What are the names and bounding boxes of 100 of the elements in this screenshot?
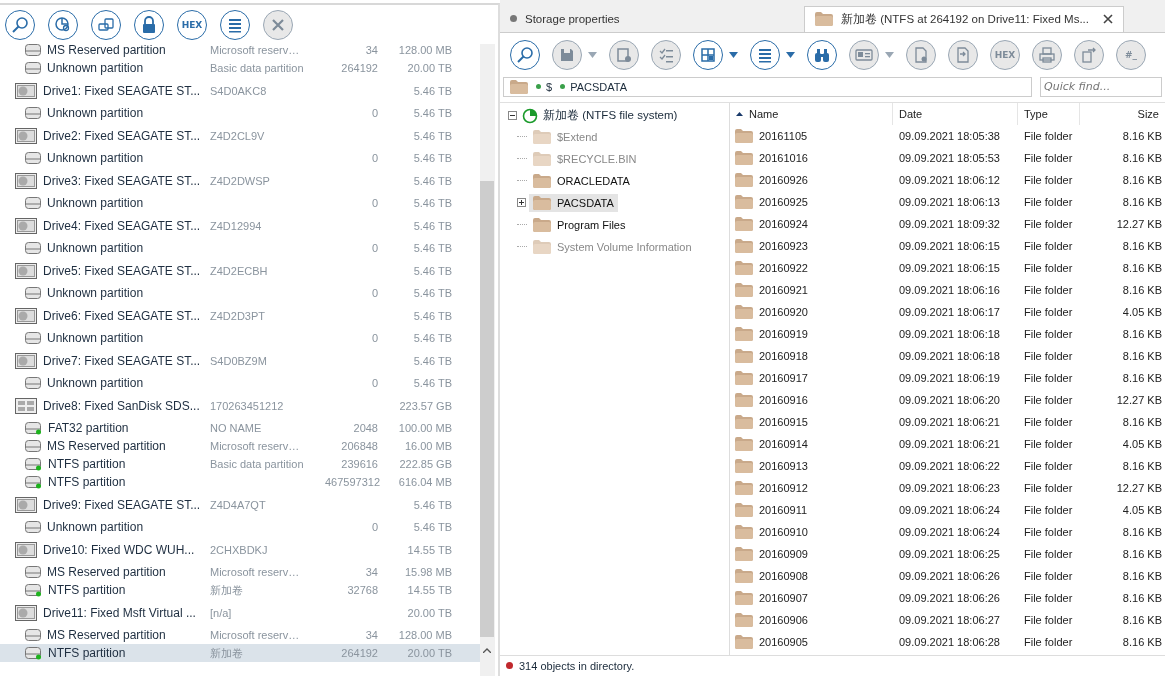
device-row[interactable]: Drive7: Fixed SEAGATE ST... S4D0BZ9M 5.46 TB (0, 347, 480, 374)
file-row[interactable]: 20160911 09.09.2021 18:06:24 File folder 4.05 KB (730, 498, 1165, 521)
file-row[interactable]: 20160913 09.09.2021 18:06:22 File folder 8.16 KB (730, 454, 1165, 477)
device-row[interactable]: NTFS partition 新加卷 264192 20.00 TB (0, 644, 480, 662)
scan-button[interactable] (510, 40, 540, 71)
scrollbar-thumb[interactable] (480, 181, 494, 637)
file-row[interactable]: 20161016 09.09.2021 18:05:53 File folder 8.16 KB (730, 146, 1165, 169)
file-row[interactable]: 20160910 09.09.2021 18:06:24 File folder 8.16 KB (730, 520, 1165, 543)
file-row[interactable]: 20160917 09.09.2021 18:06:19 File folder 8.16 KB (730, 366, 1165, 389)
device-row[interactable]: Drive3: Fixed SEAGATE ST... Z4D2DWSP 5.46 TB (0, 167, 480, 194)
tab[interactable]: Storage properties (500, 6, 804, 32)
device-row[interactable]: Unknown partition 0 5.46 TB (0, 239, 480, 257)
file-row[interactable]: 20160924 09.09.2021 18:09:32 File folder 12.27 KB (730, 212, 1165, 235)
file-row[interactable]: 20160905 09.09.2021 18:06:28 File folder 8.16 KB (730, 630, 1165, 653)
file-row[interactable]: 20160906 09.09.2021 18:06:27 File folder 8.16 KB (730, 608, 1165, 631)
scrollbar[interactable] (480, 44, 495, 676)
device-row[interactable]: Drive1: Fixed SEAGATE ST... S4D0AKC8 5.46 TB (0, 77, 480, 104)
file-size: 8.16 KB (1121, 195, 1163, 208)
partition-scan-button[interactable] (48, 9, 78, 40)
device-row[interactable]: Unknown partition Basic data partition 264192 20.00 TB (0, 59, 480, 77)
tree-item[interactable]: System Volume Information (529, 237, 696, 256)
device-row[interactable]: Unknown partition 0 5.46 TB (0, 284, 480, 302)
find-button[interactable] (807, 40, 837, 71)
file-row[interactable]: 20160926 09.09.2021 18:06:12 File folder 8.16 KB (730, 168, 1165, 191)
hex-button[interactable]: HEX (177, 9, 207, 40)
device-row[interactable]: MS Reserved partition Microsoft reserv… 34 15.98 MB (0, 563, 480, 581)
device-row[interactable]: Unknown partition 0 5.46 TB (0, 518, 480, 536)
device-row[interactable]: Drive9: Fixed SEAGATE ST... Z4D4A7QT 5.46 TB (0, 491, 480, 518)
file-name: 20160926 (759, 173, 808, 186)
file-date: 09.09.2021 18:05:38 (898, 129, 1001, 142)
device-description: 2CHXBDKJ (210, 543, 268, 556)
file-row[interactable]: 20160925 09.09.2021 18:06:13 File folder 8.16 KB (730, 190, 1165, 213)
file-row[interactable]: 20160921 09.09.2021 18:06:16 File folder 8.16 KB (730, 278, 1165, 301)
file-row[interactable]: 20160907 09.09.2021 18:06:26 File folder 8.16 KB (730, 586, 1165, 609)
path-bar[interactable]: $ PACSDATA (503, 76, 1032, 97)
file-row[interactable]: 20160914 09.09.2021 18:06:21 File folder 4.05 KB (730, 432, 1165, 455)
file-row[interactable]: 20160909 09.09.2021 18:06:25 File folder 8.16 KB (730, 542, 1165, 565)
tree-item[interactable]: Program Files (529, 215, 630, 234)
device-row[interactable]: FAT32 partition NO NAME 2048 100.00 MB (0, 419, 480, 437)
device-row[interactable]: Unknown partition 0 5.46 TB (0, 374, 480, 392)
column-header[interactable]: Date (893, 102, 1018, 125)
device-row[interactable]: Drive5: Fixed SEAGATE ST... Z4D2ECBH 5.46 TB (0, 257, 480, 284)
column-header[interactable]: Type (1018, 102, 1080, 125)
file-row[interactable]: 20161105 09.09.2021 18:05:38 File folder 8.16 KB (730, 124, 1165, 147)
file-type: File folder (1023, 239, 1074, 252)
device-row[interactable]: Unknown partition 0 5.46 TB (0, 149, 480, 167)
file-row[interactable]: 20160918 09.09.2021 18:06:18 File folder 8.16 KB (730, 344, 1165, 367)
file-type: File folder (1023, 173, 1074, 186)
tree-root-label[interactable]: 新加卷 (NTFS file system) (543, 108, 678, 124)
file-row[interactable]: 20160922 09.09.2021 18:06:15 File folder 8.16 KB (730, 256, 1165, 279)
device-size: 20.00 TB (407, 606, 452, 619)
device-row[interactable]: MS Reserved partition Microsoft reserv… 34 128.00 MB (0, 626, 480, 644)
device-row[interactable]: NTFS partition Basic data partition 239616 222.85 GB (0, 455, 480, 473)
file-row[interactable]: 20160916 09.09.2021 18:06:20 File folder 12.27 KB (730, 388, 1165, 411)
tab[interactable]: 新加卷 (NTFS at 264192 on Drive11: Fixed Ms... (804, 6, 1124, 32)
device-row[interactable]: Drive11: Fixed Msft Virtual ... [n/a] 20.00 TB (0, 599, 480, 626)
file-row[interactable]: 20160923 09.09.2021 18:06:15 File folder 8.16 KB (730, 234, 1165, 257)
device-row[interactable]: Unknown partition 0 5.46 TB (0, 104, 480, 122)
file-row[interactable]: 20160919 09.09.2021 18:06:18 File folder 8.16 KB (730, 322, 1165, 345)
tree-item[interactable]: $RECYCLE.BIN (529, 149, 641, 168)
list-button[interactable] (220, 9, 250, 40)
collapse-icon[interactable] (508, 111, 517, 121)
device-row[interactable]: MS Reserved partition Microsoft reserv… 206848 16.00 MB (0, 437, 480, 455)
lock-button[interactable] (134, 9, 164, 40)
chevron-up-icon[interactable] (483, 648, 491, 653)
caret-icon[interactable] (786, 52, 795, 59)
file-type: File folder (1023, 195, 1074, 208)
expand-icon[interactable] (517, 198, 526, 208)
list-button[interactable] (750, 40, 780, 71)
file-row[interactable]: 20160912 09.09.2021 18:06:23 File folder 12.27 KB (730, 476, 1165, 499)
file-row[interactable]: 20160920 09.09.2021 18:06:17 File folder 4.05 KB (730, 300, 1165, 323)
folder-icon (735, 524, 753, 539)
tree-item[interactable]: ORACLEDATA (529, 171, 634, 190)
device-row[interactable]: Drive10: Fixed WDC WUH... 2CHXBDKJ 14.55 TB (0, 536, 480, 563)
device-row[interactable]: Drive2: Fixed SEAGATE ST... Z4D2CL9V 5.46 TB (0, 122, 480, 149)
device-row[interactable]: NTFS partition 467597312 616.04 MB (0, 473, 480, 491)
device-size: 5.46 TB (413, 107, 452, 119)
device-row[interactable]: Unknown partition 0 5.46 TB (0, 194, 480, 212)
file-row[interactable]: 20160915 09.09.2021 18:06:21 File folder 8.16 KB (730, 410, 1165, 433)
tree-item[interactable]: PACSDATA (529, 193, 618, 212)
tree-item[interactable]: $Extend (529, 127, 602, 146)
solid-state-drive-icon (15, 397, 37, 414)
device-row[interactable]: Drive8: Fixed SanDisk SDS... 170263451212 223.57 GB (0, 392, 480, 419)
close-icon[interactable] (1103, 14, 1113, 25)
grid-button[interactable] (693, 40, 723, 71)
folder-icon (735, 502, 753, 517)
device-row[interactable]: Drive4: Fixed SEAGATE ST... Z4D12994 5.46 TB (0, 212, 480, 239)
file-row[interactable]: 20160908 09.09.2021 18:06:26 File folder 8.16 KB (730, 564, 1165, 587)
scan-button[interactable] (5, 9, 35, 40)
device-row[interactable]: Unknown partition 0 5.46 TB (0, 329, 480, 347)
column-header[interactable]: Size (1080, 102, 1165, 125)
device-row[interactable]: NTFS partition 新加卷 32768 14.55 TB (0, 581, 480, 599)
caret-icon[interactable] (729, 52, 738, 59)
device-row[interactable]: MS Reserved partition Microsoft reserv… 34 128.00 MB (0, 41, 480, 59)
device-row[interactable]: Drive6: Fixed SEAGATE ST... Z4D2D3PT 5.46 TB (0, 302, 480, 329)
column-header[interactable]: Name (730, 102, 893, 125)
path-segment[interactable]: $ (546, 80, 553, 93)
quick-find-field[interactable]: Quick find... (1040, 76, 1162, 97)
image-button[interactable] (91, 9, 121, 40)
path-segment[interactable]: PACSDATA (570, 80, 627, 93)
